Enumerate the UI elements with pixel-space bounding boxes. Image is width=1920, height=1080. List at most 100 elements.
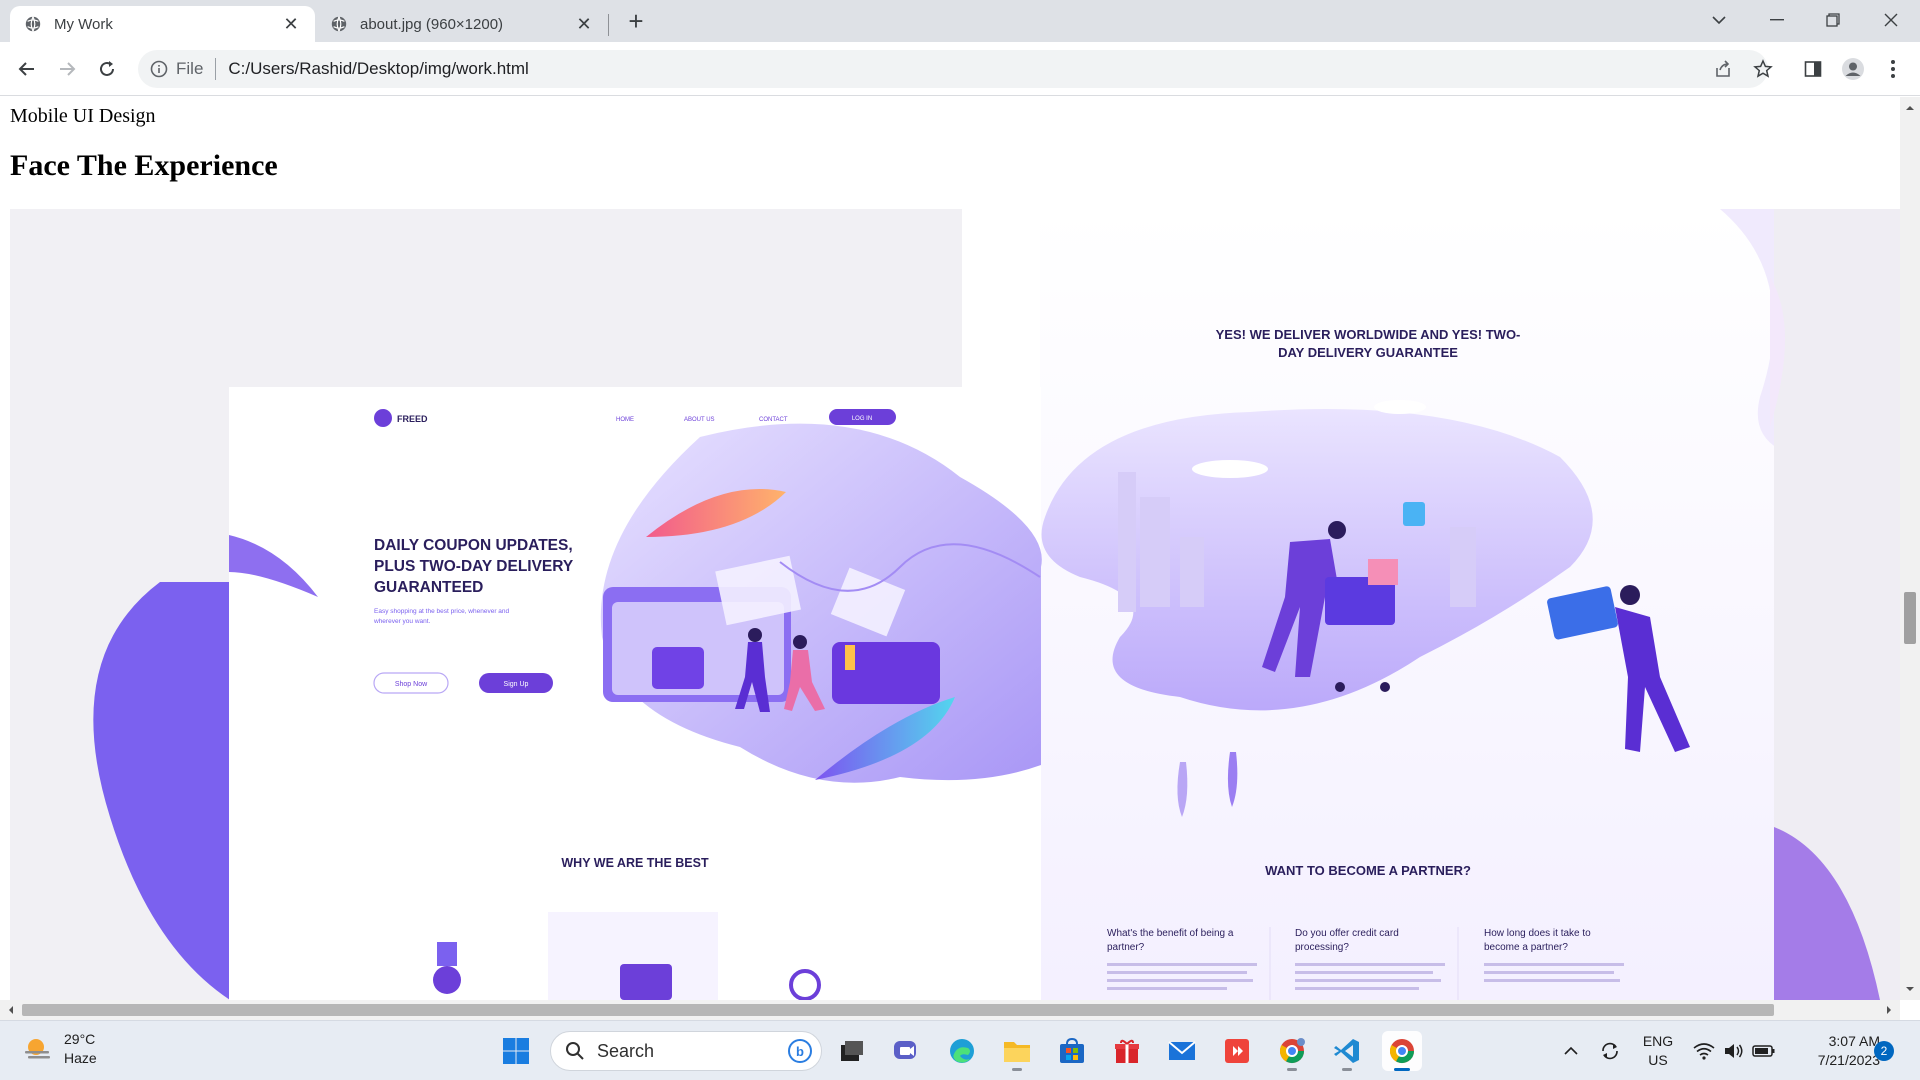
info-icon[interactable] <box>150 60 168 78</box>
svg-text:b: b <box>796 1044 804 1059</box>
microsoft-store-icon[interactable] <box>1052 1031 1092 1071</box>
vertical-scroll-thumb[interactable] <box>1904 592 1916 644</box>
hero-title-line: PLUS TWO-DAY DELIVERY <box>374 558 574 575</box>
mock-signup-label: Sign Up <box>504 681 529 688</box>
forward-button[interactable] <box>52 54 82 84</box>
globe-icon <box>25 16 41 32</box>
edge-browser-icon[interactable] <box>942 1031 982 1071</box>
notification-badge[interactable]: 2 <box>1874 1041 1894 1061</box>
battery-icon[interactable] <box>1752 1039 1776 1063</box>
scheme-label: File <box>176 59 204 78</box>
mock-login-label: LOG IN <box>852 416 872 422</box>
address-bar[interactable]: File C:/Users/Rashid/Desktop/img/work.ht… <box>138 50 1768 88</box>
tab-my-work[interactable]: My Work ✕ <box>10 6 315 42</box>
taskbar-clock[interactable]: 3:07 AM 7/21/2023 <box>1790 1032 1880 1070</box>
windows-logo-icon <box>503 1038 529 1064</box>
tab-strip: My Work ✕ about.jpg (960×1200) ✕ + <box>0 0 1920 42</box>
task-view-icon[interactable] <box>832 1031 872 1071</box>
side-panel-icon[interactable] <box>1800 56 1826 82</box>
tab-about-jpg[interactable]: about.jpg (960×1200) ✕ <box>316 6 608 42</box>
faq-question-line: partner? <box>1107 942 1145 953</box>
share-icon[interactable] <box>1710 56 1736 82</box>
banner-line: YES! WE DELIVER WORLDWIDE AND YES! TWO- <box>1216 327 1521 342</box>
person-illustration <box>793 635 807 649</box>
person-illustration <box>748 628 762 642</box>
horizontal-scrollbar[interactable] <box>0 1000 1900 1020</box>
chrome-icon[interactable] <box>1382 1031 1422 1071</box>
mock-nav-about: ABOUT US <box>684 417 715 423</box>
input-language-indicator[interactable]: ENG US <box>1638 1032 1678 1070</box>
restore-button[interactable] <box>1810 0 1856 40</box>
cart-wheel-illustration <box>1380 682 1390 692</box>
mock-nav-contact: CONTACT <box>759 417 788 423</box>
scroll-left-arrow-icon[interactable] <box>4 1000 18 1020</box>
menu-kebab-icon[interactable] <box>1880 56 1906 82</box>
tab-close-icon[interactable]: ✕ <box>281 14 301 34</box>
back-button[interactable] <box>12 54 42 84</box>
tab-search-chevron-icon[interactable] <box>1696 0 1742 40</box>
reload-button[interactable] <box>92 54 122 84</box>
vertical-scrollbar[interactable] <box>1900 97 1920 1000</box>
search-label: Search <box>597 1040 655 1061</box>
profile-avatar-icon[interactable] <box>1840 56 1866 82</box>
gift-box-illustration <box>1368 559 1398 585</box>
faq-question-line: How long does it take to <box>1484 928 1591 939</box>
mail-icon[interactable] <box>1162 1031 1202 1071</box>
browser-toolbar: File C:/Users/Rashid/Desktop/img/work.ht… <box>0 42 1920 96</box>
building-illustration <box>1140 497 1170 607</box>
section-title-why: WHY WE ARE THE BEST <box>561 856 709 870</box>
tab-title: My Work <box>54 15 113 33</box>
faq-question-line: Do you offer credit card <box>1295 928 1399 939</box>
scroll-down-arrow-icon[interactable] <box>1900 982 1920 996</box>
teams-chat-icon[interactable] <box>886 1031 926 1071</box>
chrome-profile-icon[interactable] <box>1272 1031 1312 1071</box>
vscode-icon[interactable] <box>1327 1031 1367 1071</box>
volume-icon[interactable] <box>1722 1039 1746 1063</box>
wifi-icon[interactable] <box>1692 1039 1716 1063</box>
building-illustration <box>1450 527 1476 607</box>
close-window-button[interactable] <box>1868 0 1914 40</box>
haze-sun-icon <box>25 1039 50 1059</box>
tab-divider <box>608 14 609 36</box>
clock-time: 3:07 AM <box>1828 1033 1880 1049</box>
building-illustration <box>1180 537 1204 607</box>
truck-icon <box>620 964 672 1000</box>
gift-app-icon[interactable] <box>1107 1031 1147 1071</box>
banner-line: DAY DELIVERY GUARANTEE <box>1278 345 1458 360</box>
hero-text-line: wherever you want. <box>373 618 431 625</box>
cart-tile-illustration <box>652 647 704 689</box>
scroll-up-arrow-icon[interactable] <box>1900 101 1920 115</box>
person-illustration <box>1620 585 1640 605</box>
bag-illustration <box>1403 502 1425 526</box>
new-tab-button[interactable]: + <box>622 8 650 36</box>
minimize-button[interactable] <box>1754 0 1800 40</box>
tab-close-icon[interactable]: ✕ <box>574 14 594 34</box>
lang-line1: ENG <box>1642 1033 1674 1049</box>
page-viewport: Mobile UI Design Face The Experience FRE… <box>0 97 1900 1000</box>
building-illustration <box>1118 472 1136 612</box>
horizontal-scroll-thumb[interactable] <box>22 1004 1774 1016</box>
scroll-right-arrow-icon[interactable] <box>1882 1000 1896 1020</box>
cloud-illustration <box>1192 460 1268 478</box>
tray-overflow-chevron-icon[interactable] <box>1559 1039 1583 1063</box>
brand-name: FREED <box>397 414 428 424</box>
hero-text-line: Easy shopping at the best price, wheneve… <box>374 608 510 615</box>
windows-taskbar: 29°C Haze Search b ENG US 3:07 AM 7/21/2… <box>0 1020 1920 1080</box>
taskbar-search[interactable]: Search b <box>550 1031 822 1071</box>
mock-nav-home: HOME <box>616 417 634 423</box>
weather-widget[interactable]: 29°C Haze <box>22 1030 97 1068</box>
cloud-illustration <box>1374 400 1426 414</box>
url-text[interactable]: C:/Users/Rashid/Desktop/img/work.html <box>228 59 528 79</box>
bing-icon[interactable]: b <box>787 1038 813 1064</box>
faq-question-line: processing? <box>1295 942 1349 953</box>
faq-question-line: What's the benefit of being a <box>1107 928 1234 939</box>
hero-title-line: GUARANTEED <box>374 579 483 596</box>
file-explorer-icon[interactable] <box>997 1031 1037 1071</box>
tab-title: about.jpg (960×1200) <box>360 15 504 33</box>
start-button[interactable] <box>496 1031 536 1071</box>
bookmark-star-icon[interactable] <box>1750 56 1776 82</box>
hero-title-line: DAILY COUPON UPDATES, <box>374 537 573 554</box>
anydesk-icon[interactable] <box>1217 1031 1257 1071</box>
sync-icon[interactable] <box>1598 1039 1622 1063</box>
weather-temp: 29°C <box>64 1031 96 1047</box>
